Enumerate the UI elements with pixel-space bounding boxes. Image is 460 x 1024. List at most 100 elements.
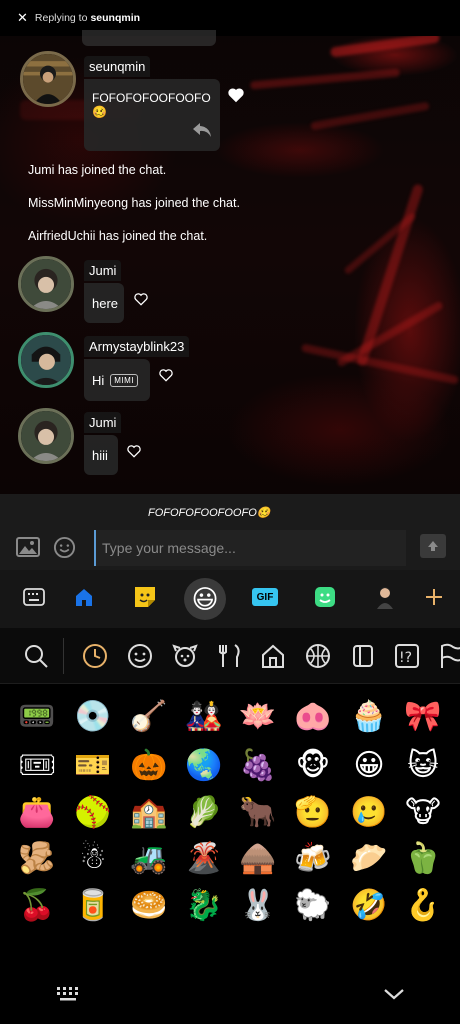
home-icon[interactable] xyxy=(71,584,97,610)
emoji-key[interactable]: 💿 xyxy=(70,694,116,740)
emoji-key[interactable]: 🥫 xyxy=(70,883,116,929)
message-text: Hi xyxy=(92,372,105,388)
emoji-key[interactable]: 🫑 xyxy=(400,836,446,882)
smiley-icon[interactable] xyxy=(127,643,153,669)
replying-to-username: seunqmin xyxy=(90,11,141,24)
recent-clock-icon[interactable] xyxy=(82,643,108,669)
avatar[interactable] xyxy=(18,256,74,312)
message-username[interactable]: Jumi xyxy=(84,260,122,281)
plus-icon[interactable] xyxy=(421,584,447,610)
gif-label: GIF xyxy=(252,588,278,606)
emoji-key[interactable]: 🥲 xyxy=(346,790,392,836)
previous-message-edge xyxy=(82,30,216,46)
emoji-key[interactable]: 🎫 xyxy=(70,743,116,789)
message-bubble[interactable]: Hi MIMI xyxy=(84,359,150,401)
emoji-key[interactable]: 😺 xyxy=(400,743,446,789)
user-tag-badge: MIMI xyxy=(110,373,139,387)
bg-streak xyxy=(249,68,401,90)
message-text: hiii xyxy=(92,447,108,463)
replying-to-chip[interactable]: ✕ Replying to seunqmin xyxy=(9,7,149,28)
emoji-picker-icon[interactable] xyxy=(53,536,76,559)
emoji-key[interactable]: 👛 xyxy=(14,790,60,836)
emoji-key[interactable]: 🪝 xyxy=(400,883,446,929)
bitmoji-icon[interactable] xyxy=(312,584,338,610)
message-username[interactable]: Armystayblink23 xyxy=(84,336,190,357)
avatar[interactable] xyxy=(20,51,76,107)
message-input[interactable] xyxy=(94,530,406,566)
bg-streak xyxy=(343,211,417,276)
avatar[interactable] xyxy=(18,332,74,388)
image-icon[interactable] xyxy=(16,537,40,557)
message-text: FOFOFOFOOFOOFO🥴 xyxy=(92,91,211,119)
flag-icon[interactable] xyxy=(438,643,460,669)
house-icon[interactable] xyxy=(260,643,286,669)
emoji-key[interactable]: 🥎 xyxy=(70,790,116,836)
chevron-down-icon[interactable] xyxy=(382,986,406,1002)
emoji-key[interactable]: 🫡 xyxy=(290,790,336,836)
emoji-key[interactable]: 🚜 xyxy=(126,836,172,882)
emoji-key[interactable]: 🥯 xyxy=(126,883,172,929)
emoji-key[interactable]: ☃ xyxy=(70,836,116,882)
emoji-key[interactable]: 🥟 xyxy=(346,836,392,882)
emoji-key[interactable]: 🎀 xyxy=(400,694,446,740)
divider xyxy=(63,638,64,674)
avatar-photo xyxy=(21,411,71,461)
replying-to-label: Replying to xyxy=(34,11,88,24)
system-message: AirfriedUchii has joined the chat. xyxy=(28,229,208,243)
heart-icon[interactable] xyxy=(227,87,245,103)
reply-icon[interactable] xyxy=(191,121,213,139)
sports-ball-icon[interactable] xyxy=(305,643,331,669)
keyboard-grid-icon[interactable] xyxy=(21,584,47,610)
emoji-key[interactable]: 🎃 xyxy=(126,743,172,789)
search-icon[interactable] xyxy=(23,643,49,669)
message-username[interactable]: seunqmin xyxy=(84,56,151,77)
emoji-key[interactable]: 🎎 xyxy=(181,694,227,740)
emoji-key[interactable]: 🎟 xyxy=(14,743,60,789)
emoji-key[interactable]: 🍻 xyxy=(290,836,336,882)
message-bubble[interactable]: hiii xyxy=(84,435,118,475)
emoji-key[interactable]: 🐵 xyxy=(290,743,336,789)
symbols-icon[interactable]: !? xyxy=(394,643,420,669)
food-icon[interactable] xyxy=(217,643,243,669)
message-username[interactable]: Jumi xyxy=(84,412,122,433)
emoji-key[interactable]: 🪷 xyxy=(235,694,281,740)
emoji-key[interactable]: 🤣 xyxy=(346,883,392,929)
emoji-key[interactable]: 🧁 xyxy=(346,694,392,740)
message-bubble[interactable]: here xyxy=(84,283,124,323)
emoji-key[interactable]: 🌏 xyxy=(181,743,227,789)
emoji-key[interactable]: 🐉 xyxy=(181,883,227,929)
message-bubble[interactable]: FOFOFOFOOFOOFO🥴 xyxy=(84,79,220,151)
emoji-key[interactable]: 🪕 xyxy=(126,694,172,740)
sticker-icon[interactable] xyxy=(132,584,158,610)
emoji-key[interactable]: 🥬 xyxy=(181,790,227,836)
keyboard-switch-icon[interactable] xyxy=(56,986,80,1002)
system-message: MissMinMinyeong has joined the chat. xyxy=(28,196,240,210)
emoji-key[interactable]: 📟 xyxy=(14,694,60,740)
animal-icon[interactable] xyxy=(172,643,198,669)
emoji-key[interactable]: 🐑 xyxy=(290,883,336,929)
message-text: here xyxy=(92,295,119,311)
heart-outline-icon[interactable] xyxy=(126,444,142,458)
close-icon[interactable]: ✕ xyxy=(17,10,28,26)
svg-text:!?: !? xyxy=(399,650,412,666)
gif-icon[interactable]: GIF xyxy=(251,584,279,610)
emoji-key[interactable]: 🍇 xyxy=(235,743,281,789)
emoji-key[interactable]: 🛖 xyxy=(235,836,281,882)
emoji-key[interactable]: 🏫 xyxy=(126,790,172,836)
emoji-key[interactable]: 😀 xyxy=(346,743,392,789)
emoji-key[interactable]: 🐂 xyxy=(235,790,281,836)
emoji-key[interactable]: 🐽 xyxy=(290,694,336,740)
emoji-key[interactable]: 🫚 xyxy=(14,836,60,882)
emoji-tab-button[interactable]: 😃 xyxy=(184,578,226,620)
emoji-key[interactable]: 🌋 xyxy=(181,836,227,882)
avatar-icon[interactable] xyxy=(372,584,398,610)
heart-outline-icon[interactable] xyxy=(133,292,149,306)
emoji-key[interactable]: 🍒 xyxy=(14,883,60,929)
avatar[interactable] xyxy=(18,408,74,464)
send-button[interactable] xyxy=(420,534,446,558)
heart-outline-icon[interactable] xyxy=(158,368,174,382)
emoji-key[interactable]: 🐰 xyxy=(235,883,281,929)
objects-icon[interactable] xyxy=(350,643,376,669)
emoji-icon: 😃 xyxy=(191,583,219,614)
emoji-key[interactable]: 🐮 xyxy=(400,790,446,836)
